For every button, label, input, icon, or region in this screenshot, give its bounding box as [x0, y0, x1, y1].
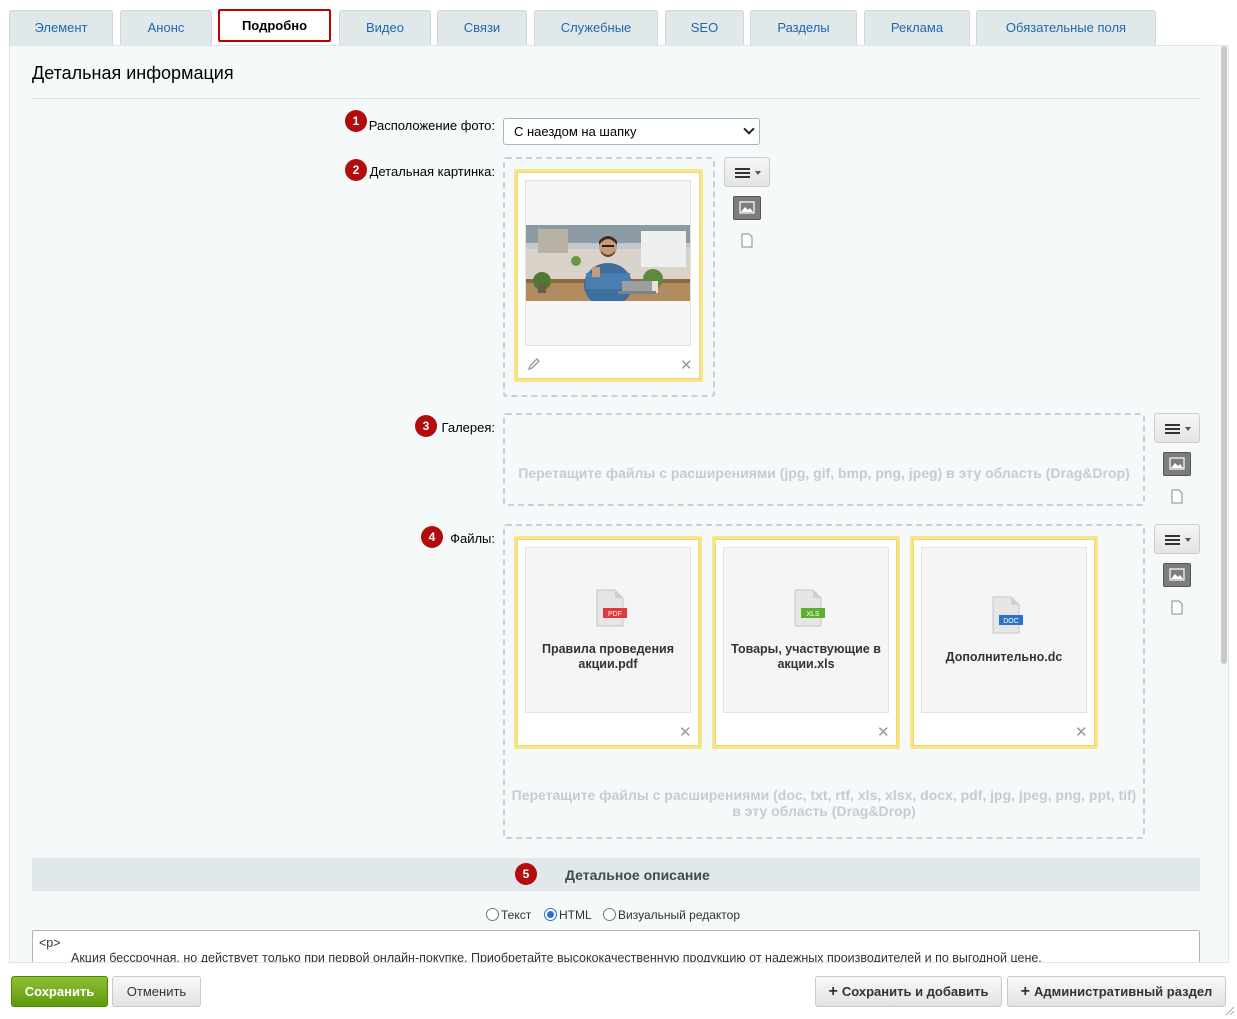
file-name: Правила проведения акции.pdf	[541, 642, 674, 671]
gallery-dropzone[interactable]: Перетащите файлы с расширениями (jpg, gi…	[503, 413, 1145, 506]
plus-icon: +	[1020, 983, 1031, 1000]
detail-picture-file-icon[interactable]	[741, 233, 753, 248]
chevron-down-icon	[743, 123, 755, 135]
svg-text:DOC: DOC	[1003, 618, 1019, 625]
radio-visual[interactable]	[603, 908, 616, 921]
file-card[interactable]: XLS Товары, участвующие в акции.xls ✕	[712, 536, 900, 749]
save-and-add-button[interactable]: + Сохранить и добавить	[815, 976, 1002, 1007]
gallery-file-icon[interactable]	[1171, 489, 1183, 504]
cancel-button[interactable]: Отменить	[112, 976, 201, 1007]
files-dropzone-text: Перетащите файлы с расширениями (doc, tx…	[511, 787, 1137, 819]
tab-sections[interactable]: Разделы	[750, 10, 857, 45]
editor-line-2: Акция бессрочная, но действует только пр…	[71, 951, 1042, 963]
description-header: 5 Детальное описание	[32, 858, 1200, 891]
image-icon	[739, 201, 755, 214]
mode-visual-label: Визуальный редактор	[618, 908, 741, 922]
xls-file-icon: XLS	[794, 589, 825, 627]
radio-html[interactable]	[544, 908, 557, 921]
photo-position-label: Расположение фото:	[368, 118, 495, 133]
save-and-add-label: Сохранить и добавить	[841, 984, 989, 999]
detail-picture-card[interactable]: ✕	[514, 169, 703, 382]
tab-service[interactable]: Служебные	[534, 10, 658, 45]
svg-text:XLS: XLS	[806, 611, 820, 618]
photo-position-value: С наездом на шапку	[514, 124, 637, 139]
files-image-button[interactable]	[1163, 563, 1191, 587]
description-editor[interactable]: <p> Акция бессрочная, но действует тольк…	[32, 930, 1200, 963]
step-badge-5: 5	[515, 863, 537, 885]
tab-element[interactable]: Элемент	[9, 10, 113, 45]
remove-file-icon[interactable]: ✕	[679, 725, 692, 740]
mode-html-option[interactable]: HTML	[544, 908, 592, 922]
files-menu-button[interactable]	[1154, 524, 1200, 554]
tab-links[interactable]: Связи	[437, 10, 527, 45]
remove-file-icon[interactable]: ✕	[1075, 725, 1088, 740]
detail-picture-menu-button[interactable]	[724, 157, 770, 187]
radio-text[interactable]	[486, 908, 499, 921]
file-card-preview: PDF Правила проведения акции.pdf	[525, 547, 691, 713]
mode-text-label: Текст	[501, 908, 532, 922]
file-card-preview: XLS Товары, участвующие в акции.xls	[723, 547, 889, 713]
detail-picture-preview	[525, 180, 691, 346]
hamburger-menu-icon	[735, 168, 761, 178]
man-photo-image	[526, 225, 690, 301]
tab-announce[interactable]: Анонс	[120, 10, 212, 45]
mode-visual-option[interactable]: Визуальный редактор	[603, 908, 740, 922]
resize-grip-icon[interactable]	[1224, 1005, 1235, 1016]
photo-position-select[interactable]: С наездом на шапку	[503, 118, 760, 145]
gallery-label: Галерея:	[441, 420, 495, 435]
file-name: Дополнительно.dc	[945, 650, 1063, 664]
doc-file-icon: DOC	[992, 596, 1023, 634]
title-divider	[32, 98, 1200, 99]
plus-icon: +	[828, 983, 838, 1000]
admin-section-label: Административный раздел	[1034, 984, 1213, 999]
pdf-file-icon: PDF	[596, 589, 627, 627]
hamburger-menu-icon	[1165, 424, 1191, 434]
details-panel: Детальная информация 1 Расположение фото…	[9, 45, 1229, 963]
image-icon	[1169, 568, 1185, 581]
svg-text:PDF: PDF	[608, 611, 622, 618]
gallery-dropzone-text: Перетащите файлы с расширениями (jpg, gi…	[518, 465, 1130, 481]
gallery-menu-button[interactable]	[1154, 413, 1200, 443]
save-button[interactable]: Сохранить	[11, 976, 108, 1007]
tab-details[interactable]: Подробно	[218, 9, 331, 42]
files-label: Файлы:	[450, 531, 495, 546]
remove-detail-picture-icon[interactable]: ✕	[680, 358, 693, 373]
mode-text-option[interactable]: Текст	[486, 908, 531, 922]
tab-seo[interactable]: SEO	[665, 10, 744, 45]
description-title: Детальное описание	[565, 867, 710, 883]
section-title: Детальная информация	[32, 63, 234, 83]
gallery-image-button[interactable]	[1163, 452, 1191, 476]
tab-required-fields[interactable]: Обязательные поля	[976, 10, 1156, 45]
hamburger-menu-icon	[1165, 535, 1191, 545]
tab-video[interactable]: Видео	[339, 10, 431, 45]
image-icon	[1169, 457, 1185, 470]
file-card[interactable]: DOC Дополнительно.dc ✕	[910, 536, 1098, 749]
files-file-icon[interactable]	[1171, 600, 1183, 615]
mode-html-label: HTML	[559, 908, 592, 922]
file-card[interactable]: PDF Правила проведения акции.pdf ✕	[514, 536, 702, 749]
tab-ads[interactable]: Реклама	[864, 10, 970, 45]
file-card-preview: DOC Дополнительно.dc	[921, 547, 1087, 713]
detail-picture-label: Детальная картинка:	[369, 164, 495, 179]
vertical-scrollbar[interactable]	[1221, 46, 1227, 664]
editor-line-1: <p>	[39, 936, 61, 950]
edit-pencil-icon[interactable]	[527, 357, 541, 371]
file-name: Товары, участвующие в акции.xls	[731, 642, 881, 671]
detail-picture-image-button[interactable]	[733, 196, 761, 220]
admin-section-button[interactable]: + Административный раздел	[1007, 976, 1226, 1007]
remove-file-icon[interactable]: ✕	[877, 725, 890, 740]
